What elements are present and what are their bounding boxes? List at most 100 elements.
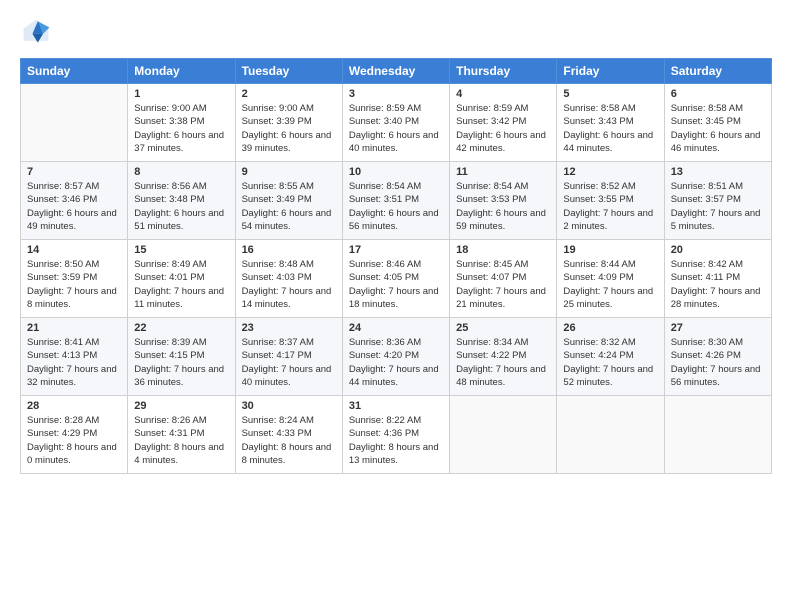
daylight-label: Daylight: 7 hours and 28 minutes.	[671, 286, 761, 310]
calendar-cell: 17 Sunrise: 8:46 AM Sunset: 4:05 PM Dayl…	[342, 240, 449, 318]
calendar-cell: 7 Sunrise: 8:57 AM Sunset: 3:46 PM Dayli…	[21, 162, 128, 240]
sunset-label: Sunset: 3:55 PM	[563, 194, 633, 205]
day-info: Sunrise: 8:57 AM Sunset: 3:46 PM Dayligh…	[27, 180, 121, 233]
day-info: Sunrise: 8:50 AM Sunset: 3:59 PM Dayligh…	[27, 258, 121, 311]
calendar-cell: 27 Sunrise: 8:30 AM Sunset: 4:26 PM Dayl…	[664, 318, 771, 396]
calendar-cell: 9 Sunrise: 8:55 AM Sunset: 3:49 PM Dayli…	[235, 162, 342, 240]
sunrise-label: Sunrise: 8:55 AM	[242, 181, 314, 192]
sunrise-label: Sunrise: 8:24 AM	[242, 415, 314, 426]
day-number: 9	[242, 166, 336, 178]
calendar-cell: 16 Sunrise: 8:48 AM Sunset: 4:03 PM Dayl…	[235, 240, 342, 318]
daylight-label: Daylight: 7 hours and 11 minutes.	[134, 286, 224, 310]
sunrise-label: Sunrise: 8:22 AM	[349, 415, 421, 426]
sunset-label: Sunset: 4:07 PM	[456, 272, 526, 283]
day-number: 11	[456, 166, 550, 178]
sunset-label: Sunset: 3:42 PM	[456, 116, 526, 127]
sunrise-label: Sunrise: 8:56 AM	[134, 181, 206, 192]
day-info: Sunrise: 8:26 AM Sunset: 4:31 PM Dayligh…	[134, 414, 228, 467]
day-info: Sunrise: 8:59 AM Sunset: 3:42 PM Dayligh…	[456, 102, 550, 155]
day-number: 27	[671, 322, 765, 334]
day-number: 6	[671, 88, 765, 100]
day-number: 30	[242, 400, 336, 412]
daylight-label: Daylight: 6 hours and 46 minutes.	[671, 130, 761, 154]
sunset-label: Sunset: 3:39 PM	[242, 116, 312, 127]
day-info: Sunrise: 9:00 AM Sunset: 3:38 PM Dayligh…	[134, 102, 228, 155]
daylight-label: Daylight: 6 hours and 59 minutes.	[456, 208, 546, 232]
calendar-cell: 14 Sunrise: 8:50 AM Sunset: 3:59 PM Dayl…	[21, 240, 128, 318]
calendar-cell: 4 Sunrise: 8:59 AM Sunset: 3:42 PM Dayli…	[450, 84, 557, 162]
sunrise-label: Sunrise: 8:39 AM	[134, 337, 206, 348]
calendar-cell: 19 Sunrise: 8:44 AM Sunset: 4:09 PM Dayl…	[557, 240, 664, 318]
day-info: Sunrise: 8:54 AM Sunset: 3:53 PM Dayligh…	[456, 180, 550, 233]
sunrise-label: Sunrise: 9:00 AM	[134, 103, 206, 114]
day-info: Sunrise: 8:37 AM Sunset: 4:17 PM Dayligh…	[242, 336, 336, 389]
day-number: 18	[456, 244, 550, 256]
daylight-label: Daylight: 7 hours and 32 minutes.	[27, 364, 117, 388]
weekday-header: Monday	[128, 59, 235, 84]
calendar-cell	[557, 396, 664, 474]
sunrise-label: Sunrise: 8:28 AM	[27, 415, 99, 426]
day-number: 17	[349, 244, 443, 256]
day-info: Sunrise: 8:56 AM Sunset: 3:48 PM Dayligh…	[134, 180, 228, 233]
calendar-cell: 1 Sunrise: 9:00 AM Sunset: 3:38 PM Dayli…	[128, 84, 235, 162]
sunset-label: Sunset: 4:13 PM	[27, 350, 97, 361]
day-info: Sunrise: 8:54 AM Sunset: 3:51 PM Dayligh…	[349, 180, 443, 233]
daylight-label: Daylight: 8 hours and 13 minutes.	[349, 442, 439, 466]
calendar-cell: 20 Sunrise: 8:42 AM Sunset: 4:11 PM Dayl…	[664, 240, 771, 318]
daylight-label: Daylight: 7 hours and 52 minutes.	[563, 364, 653, 388]
day-info: Sunrise: 8:36 AM Sunset: 4:20 PM Dayligh…	[349, 336, 443, 389]
calendar-cell	[450, 396, 557, 474]
daylight-label: Daylight: 8 hours and 0 minutes.	[27, 442, 117, 466]
day-number: 24	[349, 322, 443, 334]
sunset-label: Sunset: 4:26 PM	[671, 350, 741, 361]
day-number: 26	[563, 322, 657, 334]
weekday-header: Friday	[557, 59, 664, 84]
calendar-cell: 18 Sunrise: 8:45 AM Sunset: 4:07 PM Dayl…	[450, 240, 557, 318]
sunset-label: Sunset: 4:29 PM	[27, 428, 97, 439]
weekday-header: Wednesday	[342, 59, 449, 84]
calendar-cell: 30 Sunrise: 8:24 AM Sunset: 4:33 PM Dayl…	[235, 396, 342, 474]
day-info: Sunrise: 8:58 AM Sunset: 3:45 PM Dayligh…	[671, 102, 765, 155]
sunrise-label: Sunrise: 8:37 AM	[242, 337, 314, 348]
sunset-label: Sunset: 4:11 PM	[671, 272, 741, 283]
sunrise-label: Sunrise: 8:49 AM	[134, 259, 206, 270]
day-info: Sunrise: 8:24 AM Sunset: 4:33 PM Dayligh…	[242, 414, 336, 467]
page: SundayMondayTuesdayWednesdayThursdayFrid…	[0, 0, 792, 612]
calendar-cell: 26 Sunrise: 8:32 AM Sunset: 4:24 PM Dayl…	[557, 318, 664, 396]
day-info: Sunrise: 8:46 AM Sunset: 4:05 PM Dayligh…	[349, 258, 443, 311]
weekday-header: Sunday	[21, 59, 128, 84]
sunrise-label: Sunrise: 8:45 AM	[456, 259, 528, 270]
day-info: Sunrise: 8:28 AM Sunset: 4:29 PM Dayligh…	[27, 414, 121, 467]
sunrise-label: Sunrise: 8:59 AM	[456, 103, 528, 114]
day-number: 20	[671, 244, 765, 256]
day-info: Sunrise: 8:34 AM Sunset: 4:22 PM Dayligh…	[456, 336, 550, 389]
sunset-label: Sunset: 4:36 PM	[349, 428, 419, 439]
calendar-cell: 3 Sunrise: 8:59 AM Sunset: 3:40 PM Dayli…	[342, 84, 449, 162]
day-number: 23	[242, 322, 336, 334]
day-info: Sunrise: 8:44 AM Sunset: 4:09 PM Dayligh…	[563, 258, 657, 311]
calendar-cell: 6 Sunrise: 8:58 AM Sunset: 3:45 PM Dayli…	[664, 84, 771, 162]
day-number: 3	[349, 88, 443, 100]
day-info: Sunrise: 8:45 AM Sunset: 4:07 PM Dayligh…	[456, 258, 550, 311]
sunrise-label: Sunrise: 8:58 AM	[563, 103, 635, 114]
day-number: 5	[563, 88, 657, 100]
daylight-label: Daylight: 7 hours and 21 minutes.	[456, 286, 546, 310]
day-number: 25	[456, 322, 550, 334]
sunset-label: Sunset: 3:59 PM	[27, 272, 97, 283]
day-number: 29	[134, 400, 228, 412]
daylight-label: Daylight: 6 hours and 54 minutes.	[242, 208, 332, 232]
sunrise-label: Sunrise: 8:57 AM	[27, 181, 99, 192]
sunrise-label: Sunrise: 8:50 AM	[27, 259, 99, 270]
sunset-label: Sunset: 3:57 PM	[671, 194, 741, 205]
calendar-cell: 31 Sunrise: 8:22 AM Sunset: 4:36 PM Dayl…	[342, 396, 449, 474]
sunrise-label: Sunrise: 8:44 AM	[563, 259, 635, 270]
sunset-label: Sunset: 4:22 PM	[456, 350, 526, 361]
daylight-label: Daylight: 7 hours and 36 minutes.	[134, 364, 224, 388]
calendar-week-row: 1 Sunrise: 9:00 AM Sunset: 3:38 PM Dayli…	[21, 84, 772, 162]
sunset-label: Sunset: 3:49 PM	[242, 194, 312, 205]
day-info: Sunrise: 8:59 AM Sunset: 3:40 PM Dayligh…	[349, 102, 443, 155]
sunrise-label: Sunrise: 8:48 AM	[242, 259, 314, 270]
day-number: 19	[563, 244, 657, 256]
daylight-label: Daylight: 7 hours and 44 minutes.	[349, 364, 439, 388]
sunset-label: Sunset: 3:40 PM	[349, 116, 419, 127]
